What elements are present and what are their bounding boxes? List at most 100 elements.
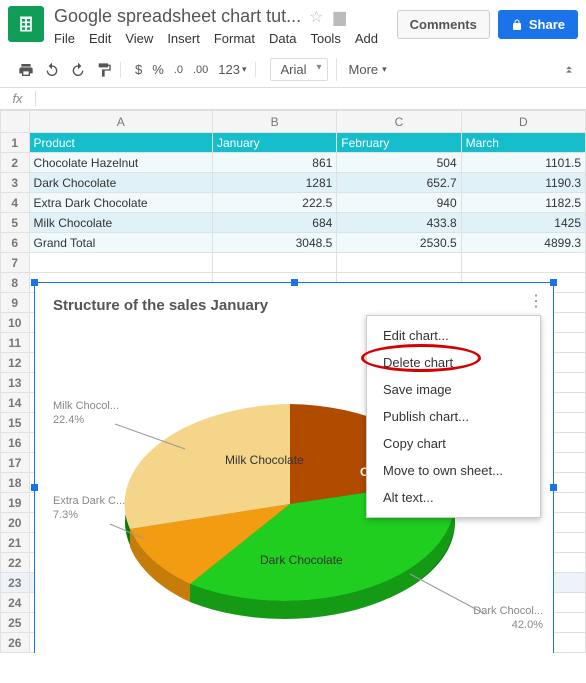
row-header[interactable]: 22	[1, 553, 30, 573]
star-icon[interactable]: ☆	[309, 7, 323, 27]
row-header[interactable]: 3	[1, 173, 30, 193]
svg-text:Milk Chocolate: Milk Chocolate	[225, 453, 304, 467]
cell[interactable]: 222.5	[212, 193, 336, 213]
row-header[interactable]: 4	[1, 193, 30, 213]
row-header[interactable]: 17	[1, 453, 30, 473]
row-header[interactable]: 19	[1, 493, 30, 513]
cell[interactable]: Grand Total	[29, 233, 212, 253]
undo-icon[interactable]	[44, 62, 60, 78]
ctx-alt-text[interactable]: Alt text...	[367, 484, 540, 511]
comments-button[interactable]: Comments	[397, 10, 490, 39]
row-header[interactable]: 2	[1, 153, 30, 173]
row-header[interactable]: 9	[1, 293, 30, 313]
cell[interactable]: Chocolate Hazelnut	[29, 153, 212, 173]
ctx-save-image[interactable]: Save image	[367, 376, 540, 403]
font-select[interactable]: Arial	[270, 58, 328, 81]
cell[interactable]: 940	[337, 193, 461, 213]
menu-addons[interactable]: Add	[355, 31, 378, 46]
row-header[interactable]: 7	[1, 253, 30, 273]
menu-data[interactable]: Data	[269, 31, 296, 46]
row-header[interactable]: 14	[1, 393, 30, 413]
row-header[interactable]: 13	[1, 373, 30, 393]
cell[interactable]: 652.7	[337, 173, 461, 193]
increase-decimal-button[interactable]: .00	[193, 64, 208, 76]
cell[interactable]: Product	[29, 133, 212, 153]
col-header-c[interactable]: C	[337, 111, 461, 133]
redo-icon[interactable]	[70, 62, 86, 78]
cell[interactable]: January	[212, 133, 336, 153]
cell[interactable]: 504	[337, 153, 461, 173]
cell[interactable]: 3048.5	[212, 233, 336, 253]
cell[interactable]: March	[461, 133, 585, 153]
row-header[interactable]: 6	[1, 233, 30, 253]
select-all-cell[interactable]	[1, 111, 30, 133]
cell[interactable]: 1182.5	[461, 193, 585, 213]
print-icon[interactable]	[18, 62, 34, 78]
row-header[interactable]: 26	[1, 633, 30, 653]
row-header[interactable]: 10	[1, 313, 30, 333]
chart-title: Structure of the sales January	[35, 283, 553, 314]
menu-edit[interactable]: Edit	[89, 31, 111, 46]
cell[interactable]: Milk Chocolate	[29, 213, 212, 233]
folder-icon[interactable]: ▆	[334, 7, 346, 27]
row-header[interactable]: 18	[1, 473, 30, 493]
row-header[interactable]: 15	[1, 413, 30, 433]
cell[interactable]: 4899.3	[461, 233, 585, 253]
menu-bar: File Edit View Insert Format Data Tools …	[54, 27, 397, 52]
cell[interactable]: Dark Chocolate	[29, 173, 212, 193]
col-header-b[interactable]: B	[212, 111, 336, 133]
cell[interactable]: 684	[212, 213, 336, 233]
sheets-logo[interactable]	[8, 6, 44, 42]
collapse-toolbar-icon[interactable]	[562, 61, 576, 78]
pie-label-milk: Milk Chocol...22.4%	[53, 399, 119, 428]
cell[interactable]: 433.8	[337, 213, 461, 233]
ctx-edit-chart[interactable]: Edit chart...	[367, 322, 540, 349]
formula-bar: fx	[0, 88, 586, 110]
row-header[interactable]: 24	[1, 593, 30, 613]
row-header[interactable]: 20	[1, 513, 30, 533]
doc-title[interactable]: Google spreadsheet chart tut... ☆ ▆	[54, 6, 397, 27]
fx-label: fx	[0, 91, 36, 106]
row-header[interactable]: 11	[1, 333, 30, 353]
menu-view[interactable]: View	[125, 31, 153, 46]
cell[interactable]: 1190.3	[461, 173, 585, 193]
ctx-publish-chart[interactable]: Publish chart...	[367, 403, 540, 430]
pie-label-dark: Dark Chocol...42.0%	[473, 604, 543, 633]
cell[interactable]: 1425	[461, 213, 585, 233]
menu-format[interactable]: Format	[214, 31, 255, 46]
share-button[interactable]: Share	[498, 10, 578, 39]
cell[interactable]: February	[337, 133, 461, 153]
app-header: Google spreadsheet chart tut... ☆ ▆ File…	[0, 0, 586, 52]
paint-format-icon[interactable]	[96, 62, 112, 78]
col-header-a[interactable]: A	[29, 111, 212, 133]
row-header[interactable]: 21	[1, 533, 30, 553]
row-header[interactable]: 5	[1, 213, 30, 233]
ctx-copy-chart[interactable]: Copy chart	[367, 430, 540, 457]
row-header[interactable]: 25	[1, 613, 30, 633]
row-header[interactable]: 16	[1, 433, 30, 453]
cell[interactable]: 1281	[212, 173, 336, 193]
currency-button[interactable]: $	[135, 62, 142, 77]
decrease-decimal-button[interactable]: .0	[174, 64, 183, 76]
cell[interactable]: 861	[212, 153, 336, 173]
cell[interactable]: 2530.5	[337, 233, 461, 253]
svg-text:Dark Chocolate: Dark Chocolate	[260, 553, 343, 567]
row-header[interactable]: 12	[1, 353, 30, 373]
cell[interactable]: Extra Dark Chocolate	[29, 193, 212, 213]
percent-button[interactable]: %	[152, 62, 164, 77]
menu-tools[interactable]: Tools	[310, 31, 340, 46]
ctx-delete-chart[interactable]: Delete chart	[367, 349, 540, 376]
menu-file[interactable]: File	[54, 31, 75, 46]
menu-insert[interactable]: Insert	[167, 31, 200, 46]
row-header[interactable]: 23	[1, 573, 30, 593]
embedded-chart[interactable]: Structure of the sales January ⋮ Milk Ch…	[34, 282, 554, 653]
more-button[interactable]: More▾	[343, 62, 393, 77]
chart-menu-icon[interactable]: ⋮	[528, 291, 543, 311]
formula-input[interactable]	[36, 88, 586, 109]
row-header[interactable]: 1	[1, 133, 30, 153]
row-header[interactable]: 8	[1, 273, 30, 293]
cell[interactable]: 1101.5	[461, 153, 585, 173]
number-format-button[interactable]: 123▾	[218, 62, 246, 77]
col-header-d[interactable]: D	[461, 111, 585, 133]
ctx-move-sheet[interactable]: Move to own sheet...	[367, 457, 540, 484]
